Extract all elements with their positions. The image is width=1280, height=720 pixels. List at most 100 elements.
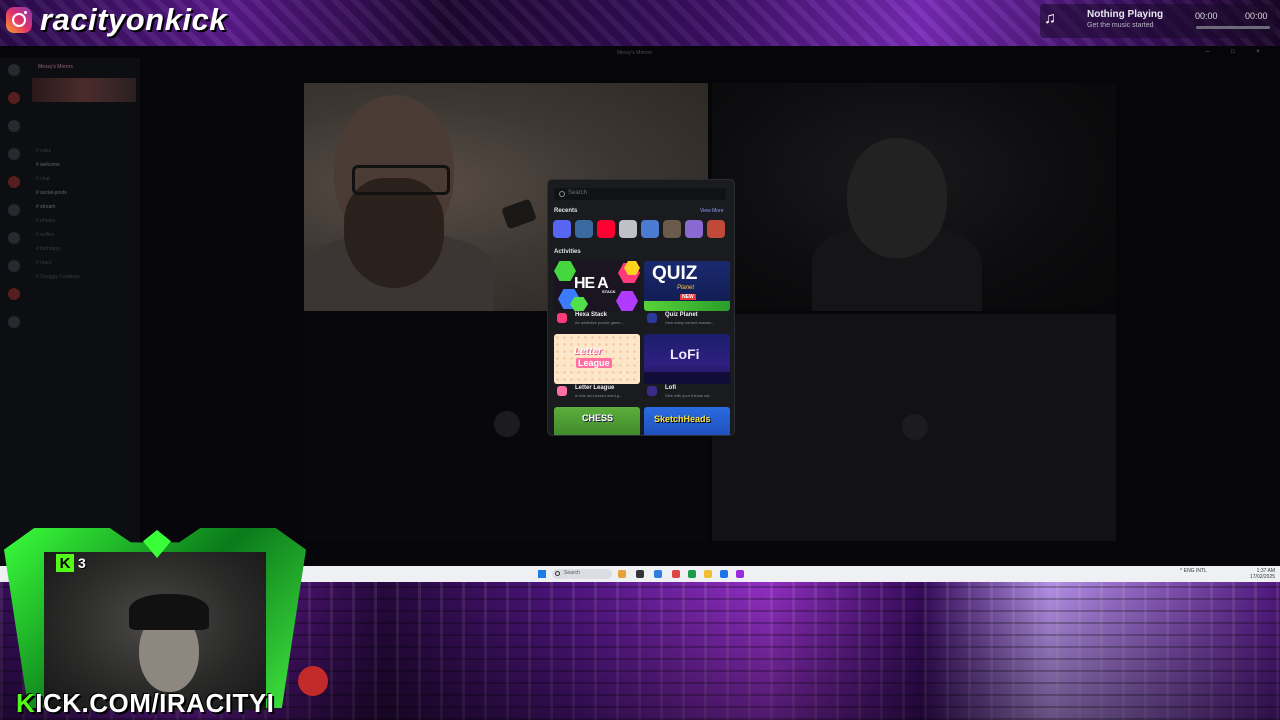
activity-search-input[interactable]: Search xyxy=(554,188,726,200)
channel-list: # rules # welcome # chat # social-posts … xyxy=(36,148,136,288)
video-tile-participant-4[interactable] xyxy=(712,314,1116,541)
streamer-webcam xyxy=(44,552,266,710)
now-playing-progress-bar xyxy=(1196,26,1270,29)
quiz-planet-icon xyxy=(647,313,657,323)
tile-logo-text: LoFi xyxy=(670,346,700,362)
tile-logo-subtext: League xyxy=(576,358,612,368)
search-icon xyxy=(555,571,560,576)
now-playing-widget: ♫ Nothing Playing Get the music started … xyxy=(1040,4,1276,38)
server-name[interactable]: Messy's Mirrors xyxy=(38,64,73,70)
now-playing-total: 00:00 xyxy=(1245,11,1268,21)
streamer-cap xyxy=(129,594,209,630)
taskbar-app-icon[interactable] xyxy=(618,570,626,578)
avatar xyxy=(494,411,520,437)
taskbar-clock[interactable]: 1:37 AM 17/02/2025 xyxy=(1250,568,1275,580)
view-more-link[interactable]: View More xyxy=(700,208,724,214)
activity-tile-sketch-heads[interactable]: SketchHeads xyxy=(644,407,730,435)
music-note-icon: ♫ xyxy=(1044,10,1056,27)
tile-logo-text: CHESS xyxy=(582,413,614,423)
channel-item[interactable]: # welcome xyxy=(36,162,136,176)
server-icon[interactable] xyxy=(8,64,20,76)
system-tray[interactable]: ^ ENG INTL xyxy=(1180,568,1207,574)
recent-app-icon[interactable] xyxy=(663,220,681,238)
tile-decoration xyxy=(644,301,730,311)
recents-heading: Recents xyxy=(554,208,578,214)
activity-tile-chess[interactable]: CHESS xyxy=(554,407,640,435)
server-icon[interactable] xyxy=(8,176,20,188)
taskbar-app-icon[interactable] xyxy=(736,570,744,578)
channel-item[interactable]: # selfies xyxy=(36,232,136,246)
taskbar-app-icon[interactable] xyxy=(704,570,712,578)
activity-tile-letter-league[interactable]: Letter League xyxy=(554,334,640,384)
server-icon[interactable] xyxy=(8,260,20,272)
channel-item[interactable]: # chat xyxy=(36,176,136,190)
tile-logo-text: QUIZ xyxy=(652,263,698,284)
tile-logo-subtext: STACK xyxy=(602,289,616,294)
server-icon[interactable] xyxy=(8,232,20,244)
lofi-icon xyxy=(647,386,657,396)
now-playing-subtitle: Get the music started xyxy=(1087,22,1154,29)
activity-tile-quiz-planet[interactable]: QUIZ Planet NEW xyxy=(644,261,730,311)
server-icon[interactable] xyxy=(8,120,20,132)
activity-description: Vibe with your friends wit... xyxy=(665,393,713,398)
kick-logo-icon: K xyxy=(56,554,74,572)
recent-app-icon[interactable] xyxy=(619,220,637,238)
discord-sidebar: Messy's Mirrors # rules # welcome # chat… xyxy=(0,58,140,570)
letter-league-icon xyxy=(557,386,567,396)
server-banner xyxy=(32,78,136,102)
activity-tile-lofi[interactable]: LoFi xyxy=(644,334,730,384)
hexagon-shape xyxy=(554,261,576,281)
taskbar-app-icon[interactable] xyxy=(720,570,728,578)
activity-name: Lofi xyxy=(665,385,676,391)
microphone-icon xyxy=(501,198,537,230)
activity-tile-hexa-stack[interactable]: HE A STACK xyxy=(554,261,640,311)
windows-start-icon[interactable] xyxy=(538,570,546,578)
window-controls[interactable]: – □ × xyxy=(1206,49,1270,55)
now-playing-title: Nothing Playing xyxy=(1087,9,1164,20)
server-icon[interactable] xyxy=(8,148,20,160)
channel-item[interactable]: # social-posts xyxy=(36,190,136,204)
recents-row xyxy=(553,220,725,238)
server-icon[interactable] xyxy=(8,288,20,300)
activity-description: An addictive puzzle game... xyxy=(575,320,624,325)
channel-item[interactable]: # stream xyxy=(36,204,136,218)
activity-name: Quiz Planet xyxy=(665,312,698,318)
kick-url-text: ICK.COM/IRACITYI xyxy=(35,688,275,718)
channel-item[interactable]: # birthdays xyxy=(36,246,136,260)
server-rail xyxy=(6,64,24,344)
video-tile-participant-2[interactable] xyxy=(712,83,1116,311)
mascot-sticker-icon xyxy=(298,666,328,696)
tile-logo-text: Letter xyxy=(574,346,602,357)
taskbar-app-icon[interactable] xyxy=(654,570,662,578)
channel-item[interactable]: # photos xyxy=(36,218,136,232)
recent-app-icon[interactable] xyxy=(553,220,571,238)
instagram-username: racityonkick xyxy=(40,2,227,37)
activity-name: Hexa Stack xyxy=(575,312,608,318)
tile-decoration xyxy=(644,372,730,384)
server-icon[interactable] xyxy=(8,92,20,104)
server-icon[interactable] xyxy=(8,316,20,328)
channel-item[interactable]: # Swaggy Cowboys xyxy=(36,274,136,288)
channel-item[interactable]: # rules xyxy=(36,148,136,162)
recent-app-icon[interactable] xyxy=(707,220,725,238)
hexa-stack-icon xyxy=(557,313,567,323)
tile-logo-text: SketchHeads xyxy=(654,414,711,424)
taskbar-search[interactable]: Search xyxy=(552,569,612,579)
activity-name: Letter League xyxy=(575,385,615,391)
recent-app-icon[interactable] xyxy=(685,220,703,238)
kick-url-prefix: K xyxy=(16,688,36,718)
server-icon[interactable] xyxy=(8,204,20,216)
taskbar-app-icon[interactable] xyxy=(636,570,644,578)
channel-item[interactable]: # react xyxy=(36,260,136,274)
recent-app-icon[interactable] xyxy=(641,220,659,238)
taskbar-app-icon[interactable] xyxy=(688,570,696,578)
window-title: Messy's Mirrors xyxy=(617,50,652,56)
taskbar-app-icon[interactable] xyxy=(672,570,680,578)
participant-glasses xyxy=(352,165,450,195)
recent-app-icon[interactable] xyxy=(597,220,615,238)
search-icon xyxy=(559,191,565,197)
hexagon-shape xyxy=(616,291,638,311)
instagram-icon xyxy=(6,7,32,33)
kick-sub-badge: K 3 xyxy=(56,554,86,572)
recent-app-icon[interactable] xyxy=(575,220,593,238)
